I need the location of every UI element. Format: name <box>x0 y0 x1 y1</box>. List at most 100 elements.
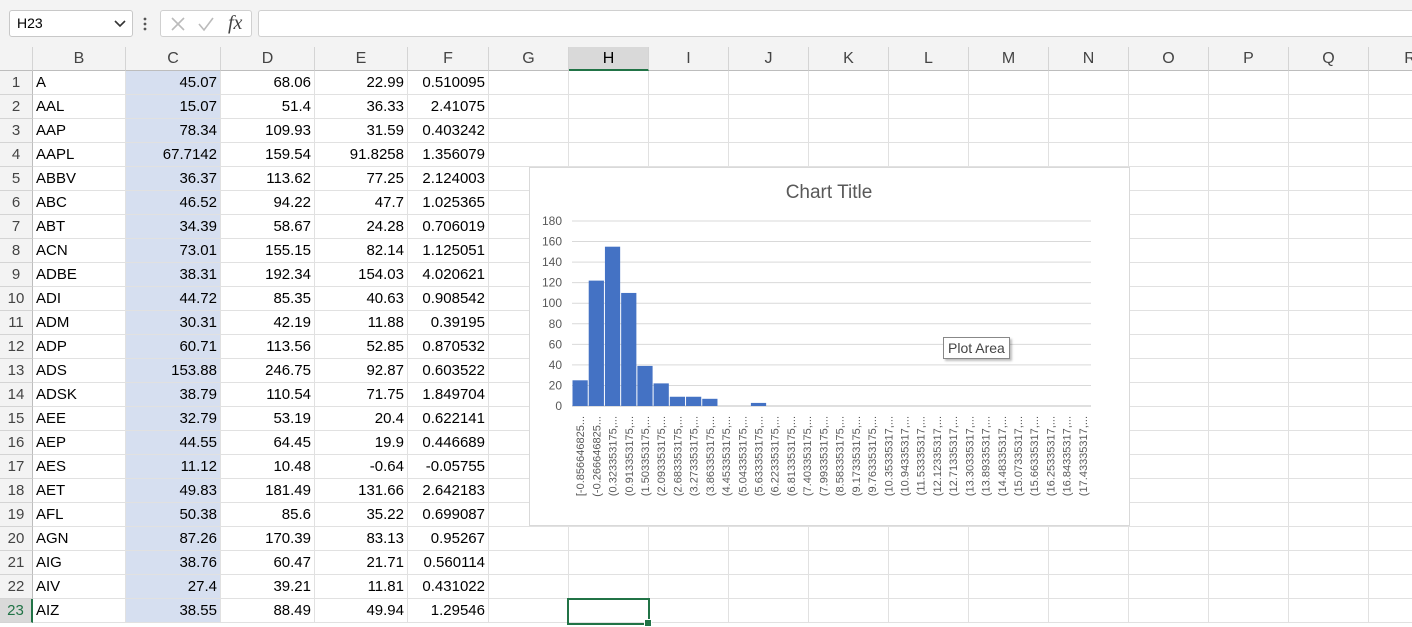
cell-b11[interactable]: ADM <box>33 311 126 335</box>
cell-h22[interactable] <box>569 575 649 599</box>
cell-o4[interactable] <box>1129 143 1209 167</box>
cell-d15[interactable]: 53.19 <box>221 407 315 431</box>
cell-i20[interactable] <box>649 527 729 551</box>
cell-r8[interactable] <box>1369 239 1412 263</box>
cell-b19[interactable]: AFL <box>33 503 126 527</box>
cell-b4[interactable]: AAPL <box>33 143 126 167</box>
cell-b7[interactable]: ABT <box>33 215 126 239</box>
cell-f6[interactable]: 1.025365 <box>408 191 489 215</box>
cell-b5[interactable]: ABBV <box>33 167 126 191</box>
cell-e17[interactable]: -0.64 <box>315 455 408 479</box>
cell-r1[interactable] <box>1369 71 1412 95</box>
cell-d14[interactable]: 110.54 <box>221 383 315 407</box>
cell-f23[interactable]: 1.29546 <box>408 599 489 623</box>
cell-e5[interactable]: 77.25 <box>315 167 408 191</box>
cell-j21[interactable] <box>729 551 809 575</box>
cell-p7[interactable] <box>1209 215 1289 239</box>
cell-c20[interactable]: 87.26 <box>126 527 221 551</box>
cell-o6[interactable] <box>1129 191 1209 215</box>
cell-o19[interactable] <box>1129 503 1209 527</box>
cell-d6[interactable]: 94.22 <box>221 191 315 215</box>
cell-d23[interactable]: 88.49 <box>221 599 315 623</box>
cell-l1[interactable] <box>889 71 969 95</box>
cell-o17[interactable] <box>1129 455 1209 479</box>
cell-j23[interactable] <box>729 599 809 623</box>
row-header[interactable]: 23 <box>0 599 33 623</box>
cell-f1[interactable]: 0.510095 <box>408 71 489 95</box>
row-header[interactable]: 16 <box>0 431 33 455</box>
cell-d19[interactable]: 85.6 <box>221 503 315 527</box>
column-header-d[interactable]: D <box>221 47 315 71</box>
cell-m1[interactable] <box>969 71 1049 95</box>
column-header-r[interactable]: R <box>1369 47 1412 71</box>
cell-d22[interactable]: 39.21 <box>221 575 315 599</box>
cell-e15[interactable]: 20.4 <box>315 407 408 431</box>
column-header-m[interactable]: M <box>969 47 1049 71</box>
cell-c12[interactable]: 60.71 <box>126 335 221 359</box>
cell-c7[interactable]: 34.39 <box>126 215 221 239</box>
cell-r20[interactable] <box>1369 527 1412 551</box>
cell-o15[interactable] <box>1129 407 1209 431</box>
cell-g3[interactable] <box>489 119 569 143</box>
cell-q3[interactable] <box>1289 119 1369 143</box>
cell-o23[interactable] <box>1129 599 1209 623</box>
cell-e20[interactable]: 83.13 <box>315 527 408 551</box>
cell-g2[interactable] <box>489 95 569 119</box>
cell-c22[interactable]: 27.4 <box>126 575 221 599</box>
cell-q20[interactable] <box>1289 527 1369 551</box>
cell-l22[interactable] <box>889 575 969 599</box>
row-header[interactable]: 10 <box>0 287 33 311</box>
cell-b8[interactable]: ACN <box>33 239 126 263</box>
cell-q15[interactable] <box>1289 407 1369 431</box>
cell-o2[interactable] <box>1129 95 1209 119</box>
cell-c9[interactable]: 38.31 <box>126 263 221 287</box>
cell-h4[interactable] <box>569 143 649 167</box>
cell-b18[interactable]: AET <box>33 479 126 503</box>
cell-h1[interactable] <box>569 71 649 95</box>
column-header-n[interactable]: N <box>1049 47 1129 71</box>
cell-o8[interactable] <box>1129 239 1209 263</box>
cell-f10[interactable]: 0.908542 <box>408 287 489 311</box>
cell-p6[interactable] <box>1209 191 1289 215</box>
cell-f9[interactable]: 4.020621 <box>408 263 489 287</box>
row-header[interactable]: 6 <box>0 191 33 215</box>
cell-d2[interactable]: 51.4 <box>221 95 315 119</box>
cell-o3[interactable] <box>1129 119 1209 143</box>
row-header[interactable]: 7 <box>0 215 33 239</box>
cell-r12[interactable] <box>1369 335 1412 359</box>
cell-e9[interactable]: 154.03 <box>315 263 408 287</box>
cell-n23[interactable] <box>1049 599 1129 623</box>
row-header[interactable]: 21 <box>0 551 33 575</box>
cell-d3[interactable]: 109.93 <box>221 119 315 143</box>
cell-i1[interactable] <box>649 71 729 95</box>
cell-l21[interactable] <box>889 551 969 575</box>
row-header[interactable]: 22 <box>0 575 33 599</box>
cell-p19[interactable] <box>1209 503 1289 527</box>
cell-r2[interactable] <box>1369 95 1412 119</box>
cell-q1[interactable] <box>1289 71 1369 95</box>
cell-b20[interactable]: AGN <box>33 527 126 551</box>
cell-p4[interactable] <box>1209 143 1289 167</box>
cancel-icon[interactable] <box>169 15 187 33</box>
cell-q13[interactable] <box>1289 359 1369 383</box>
cell-r13[interactable] <box>1369 359 1412 383</box>
cell-r14[interactable] <box>1369 383 1412 407</box>
row-header[interactable]: 12 <box>0 335 33 359</box>
cell-j22[interactable] <box>729 575 809 599</box>
cell-i21[interactable] <box>649 551 729 575</box>
cell-b6[interactable]: ABC <box>33 191 126 215</box>
cell-k3[interactable] <box>809 119 889 143</box>
cell-f19[interactable]: 0.699087 <box>408 503 489 527</box>
cell-c15[interactable]: 32.79 <box>126 407 221 431</box>
cell-i4[interactable] <box>649 143 729 167</box>
cell-k20[interactable] <box>809 527 889 551</box>
cell-e3[interactable]: 31.59 <box>315 119 408 143</box>
cell-q8[interactable] <box>1289 239 1369 263</box>
cell-h21[interactable] <box>569 551 649 575</box>
cell-q14[interactable] <box>1289 383 1369 407</box>
cell-f20[interactable]: 0.95267 <box>408 527 489 551</box>
cell-f11[interactable]: 0.39195 <box>408 311 489 335</box>
column-header-c[interactable]: C <box>126 47 221 71</box>
cell-r16[interactable] <box>1369 431 1412 455</box>
cell-b21[interactable]: AIG <box>33 551 126 575</box>
